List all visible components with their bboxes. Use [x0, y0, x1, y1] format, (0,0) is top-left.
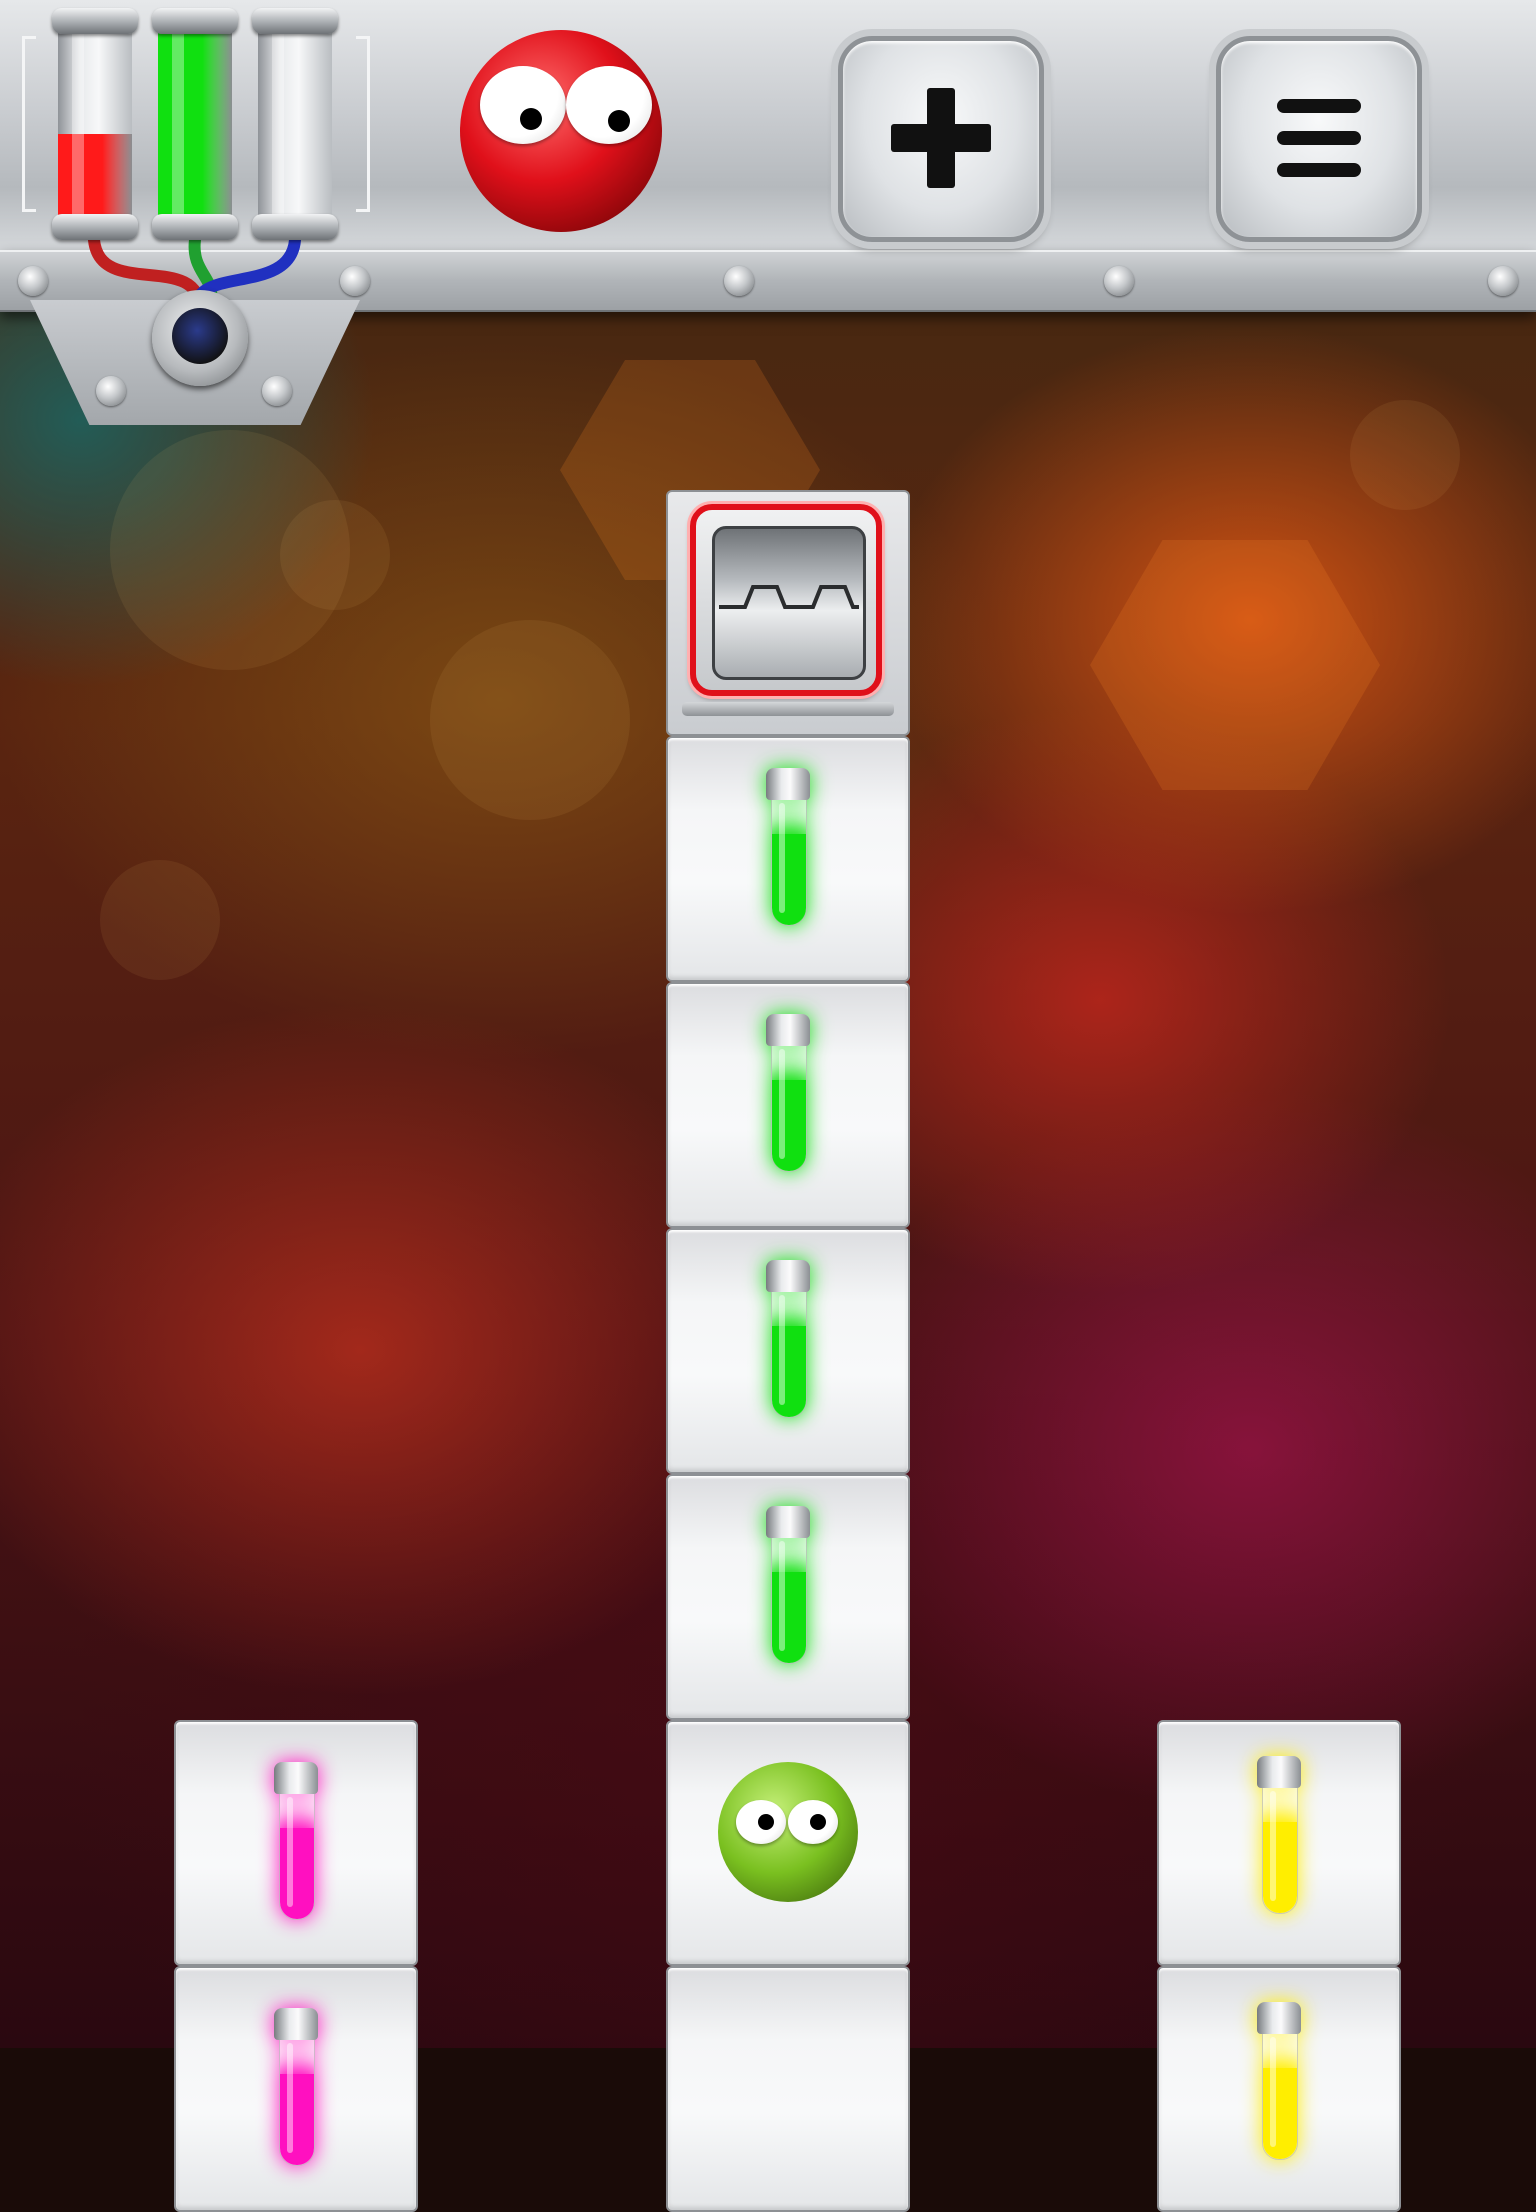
red-meter [52, 8, 138, 240]
bolt-icon [18, 266, 48, 296]
bokeh-light [430, 620, 630, 820]
bolt-icon [1104, 266, 1134, 296]
player-character-red [460, 30, 662, 232]
exit-tile[interactable] [666, 490, 910, 736]
knob-core [172, 308, 228, 364]
test-tube-icon [1257, 1756, 1301, 1916]
board-tile[interactable] [666, 1228, 910, 1474]
bokeh-light [1350, 400, 1460, 510]
exit-frame [690, 504, 882, 696]
bokeh-light [100, 860, 220, 980]
exit-sill [682, 702, 894, 716]
board-tile[interactable] [174, 1966, 418, 2212]
bolt-icon [262, 376, 292, 406]
green-meter [152, 8, 238, 240]
board-tile[interactable] [1157, 1720, 1401, 1966]
test-tube-icon [766, 1506, 810, 1666]
eye [480, 66, 566, 144]
meter-frame-right [356, 36, 370, 212]
pupil [520, 108, 542, 130]
eye [566, 66, 652, 144]
bolt-icon [340, 266, 370, 296]
pupil [608, 110, 630, 132]
test-tube-icon [274, 1762, 318, 1922]
blue-meter [252, 8, 338, 240]
test-tube-icon [766, 1014, 810, 1174]
board-tile[interactable] [666, 1720, 910, 1966]
test-tube-icon [1257, 2002, 1301, 2162]
meter-frame-left [22, 36, 36, 212]
test-tube-icon [766, 1260, 810, 1420]
board-tile[interactable] [1157, 1966, 1401, 2212]
bolt-icon [96, 376, 126, 406]
board-tile[interactable] [666, 1966, 910, 2212]
board-tile[interactable] [666, 1474, 910, 1720]
add-button[interactable] [838, 36, 1044, 242]
bolt-icon [1488, 266, 1518, 296]
test-tube-icon [274, 2008, 318, 2168]
test-tube-icon [766, 768, 810, 928]
bolt-icon [724, 266, 754, 296]
exit-door-icon [712, 526, 866, 680]
hexagon-glow [1090, 540, 1380, 790]
board-tile[interactable] [174, 1720, 418, 1966]
bokeh-light [280, 500, 390, 610]
player-character-green [718, 1762, 858, 1902]
mixer-knob [152, 290, 248, 386]
board-tile[interactable] [666, 982, 910, 1228]
menu-button[interactable] [1216, 36, 1422, 242]
board-tile[interactable] [666, 736, 910, 982]
